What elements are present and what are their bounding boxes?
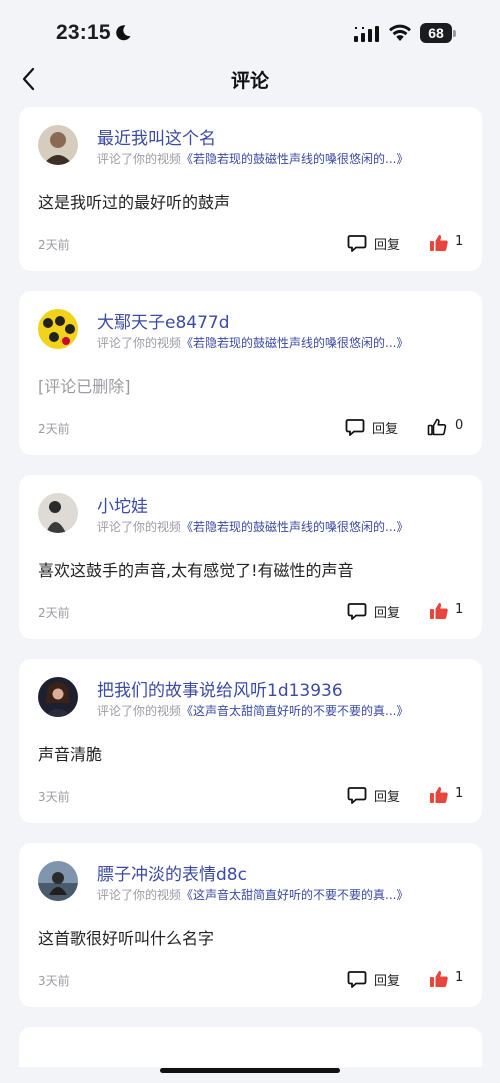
comment-card: 大鄢天子e8477d 评论了你的视频《若隐若现的鼓磁性声线的嗓很悠闲的...》 … <box>19 291 482 455</box>
reply-button[interactable]: 回复 <box>347 599 407 623</box>
comment-context: 评论了你的视频《这声音太甜简直好听的不要不要的真...》 <box>97 702 408 719</box>
username-link[interactable]: 最近我叫这个名 <box>97 124 216 149</box>
like-button[interactable]: 1 <box>429 783 469 807</box>
avatar[interactable] <box>38 493 78 533</box>
username-link[interactable]: 膘子冲淡的表情d8c <box>97 860 247 885</box>
comment-context: 评论了你的视频《若隐若现的鼓磁性声线的嗓很悠闲的...》 <box>97 150 408 167</box>
page-title: 评论 <box>230 70 269 92</box>
nav-bar: 评论 <box>0 56 500 102</box>
reply-label: 回复 <box>374 974 401 989</box>
comment-bubble-icon <box>347 971 367 988</box>
video-title-link[interactable]: 《若隐若现的鼓磁性声线的嗓很悠闲的...》 <box>181 520 408 534</box>
like-count: 1 <box>455 602 464 617</box>
reply-button[interactable]: 回复 <box>347 967 407 991</box>
reply-button[interactable]: 回复 <box>347 231 407 255</box>
comment-text: 喜欢这鼓手的声音,太有感觉了!有磁性的声音 <box>38 561 354 580</box>
action-text: 评论了你的视频 <box>97 888 182 902</box>
comment-card: 膘子冲淡的表情d8c 评论了你的视频《这声音太甜简直好听的不要不要的真...》 … <box>19 843 482 1007</box>
reply-button[interactable]: 回复 <box>347 783 407 807</box>
video-title-link[interactable]: 《这声音太甜简直好听的不要不要的真...》 <box>181 888 408 902</box>
reply-label: 回复 <box>374 790 401 805</box>
reply-label: 回复 <box>374 238 401 253</box>
like-button[interactable]: 1 <box>429 967 469 991</box>
wifi-icon <box>389 24 411 41</box>
comment-bubble-icon <box>347 603 367 620</box>
username-link[interactable]: 把我们的故事说给风听1d13936 <box>97 676 343 701</box>
comment-text: 声音清脆 <box>38 745 103 764</box>
comment-time: 3天前 <box>38 974 70 988</box>
video-title-link[interactable]: 《若隐若现的鼓磁性声线的嗓很悠闲的...》 <box>181 152 408 166</box>
like-count: 1 <box>455 786 464 801</box>
comment-time: 2天前 <box>38 422 70 436</box>
comment-context: 评论了你的视频《若隐若现的鼓磁性声线的嗓很悠闲的...》 <box>97 518 408 535</box>
comment-time: 3天前 <box>38 790 70 804</box>
like-button[interactable]: 1 <box>429 231 469 255</box>
home-indicator[interactable] <box>160 1068 340 1073</box>
avatar[interactable] <box>38 309 78 349</box>
thumbs-up-filled-icon <box>430 971 448 988</box>
action-text: 评论了你的视频 <box>97 336 182 350</box>
thumbs-up-filled-icon <box>430 235 448 252</box>
comment-text: 这是我听过的最好听的鼓声 <box>38 193 231 212</box>
comment-card: 把我们的故事说给风听1d13936 评论了你的视频《这声音太甜简直好听的不要不要… <box>19 659 482 823</box>
battery-percent: 68 <box>428 25 444 41</box>
comment-bubble-icon <box>345 419 365 436</box>
avatar[interactable] <box>38 861 78 901</box>
avatar[interactable] <box>38 125 78 165</box>
username-link[interactable]: 小坨娃 <box>97 492 148 517</box>
reply-label: 回复 <box>372 422 399 437</box>
action-text: 评论了你的视频 <box>97 704 182 718</box>
comment-card-partial <box>19 1027 482 1067</box>
comment-bubble-icon <box>347 235 367 252</box>
cellular-signal-icon <box>354 26 379 42</box>
battery-icon: 68 <box>420 23 456 43</box>
comment-context: 评论了你的视频《这声音太甜简直好听的不要不要的真...》 <box>97 886 408 903</box>
status-time: 23:15 <box>56 21 111 44</box>
comment-list: 最近我叫这个名 评论了你的视频《若隐若现的鼓磁性声线的嗓很悠闲的...》 这是我… <box>19 107 482 1083</box>
like-count: 1 <box>455 970 464 985</box>
comment-card: 最近我叫这个名 评论了你的视频《若隐若现的鼓磁性声线的嗓很悠闲的...》 这是我… <box>19 107 482 271</box>
username-link[interactable]: 大鄢天子e8477d <box>97 308 230 333</box>
avatar[interactable] <box>38 677 78 717</box>
comment-time: 2天前 <box>38 238 70 252</box>
action-text: 评论了你的视频 <box>97 520 182 534</box>
comment-bubble-icon <box>347 787 367 804</box>
comment-text: 这首歌很好听叫什么名字 <box>38 929 215 948</box>
like-button[interactable]: 1 <box>429 599 469 623</box>
thumbs-up-filled-icon <box>430 603 448 620</box>
video-title-link[interactable]: 《若隐若现的鼓磁性声线的嗓很悠闲的...》 <box>181 336 408 350</box>
comment-time: 2天前 <box>38 606 70 620</box>
reply-label: 回复 <box>374 606 401 621</box>
thumbs-up-outline-icon <box>427 418 447 436</box>
status-bar: 23:15 68 <box>0 0 500 56</box>
video-title-link[interactable]: 《这声音太甜简直好听的不要不要的真...》 <box>181 704 408 718</box>
like-count: 1 <box>455 234 464 249</box>
comment-card: 小坨娃 评论了你的视频《若隐若现的鼓磁性声线的嗓很悠闲的...》 喜欢这鼓手的声… <box>19 475 482 639</box>
comment-text: [评论已删除] <box>38 377 131 396</box>
action-text: 评论了你的视频 <box>97 152 182 166</box>
like-button[interactable]: 0 <box>427 415 467 439</box>
like-count: 0 <box>455 418 464 433</box>
moon-icon <box>116 25 131 41</box>
thumbs-up-filled-icon <box>430 787 448 804</box>
reply-button[interactable]: 回复 <box>345 415 405 439</box>
comment-context: 评论了你的视频《若隐若现的鼓磁性声线的嗓很悠闲的...》 <box>97 334 408 351</box>
